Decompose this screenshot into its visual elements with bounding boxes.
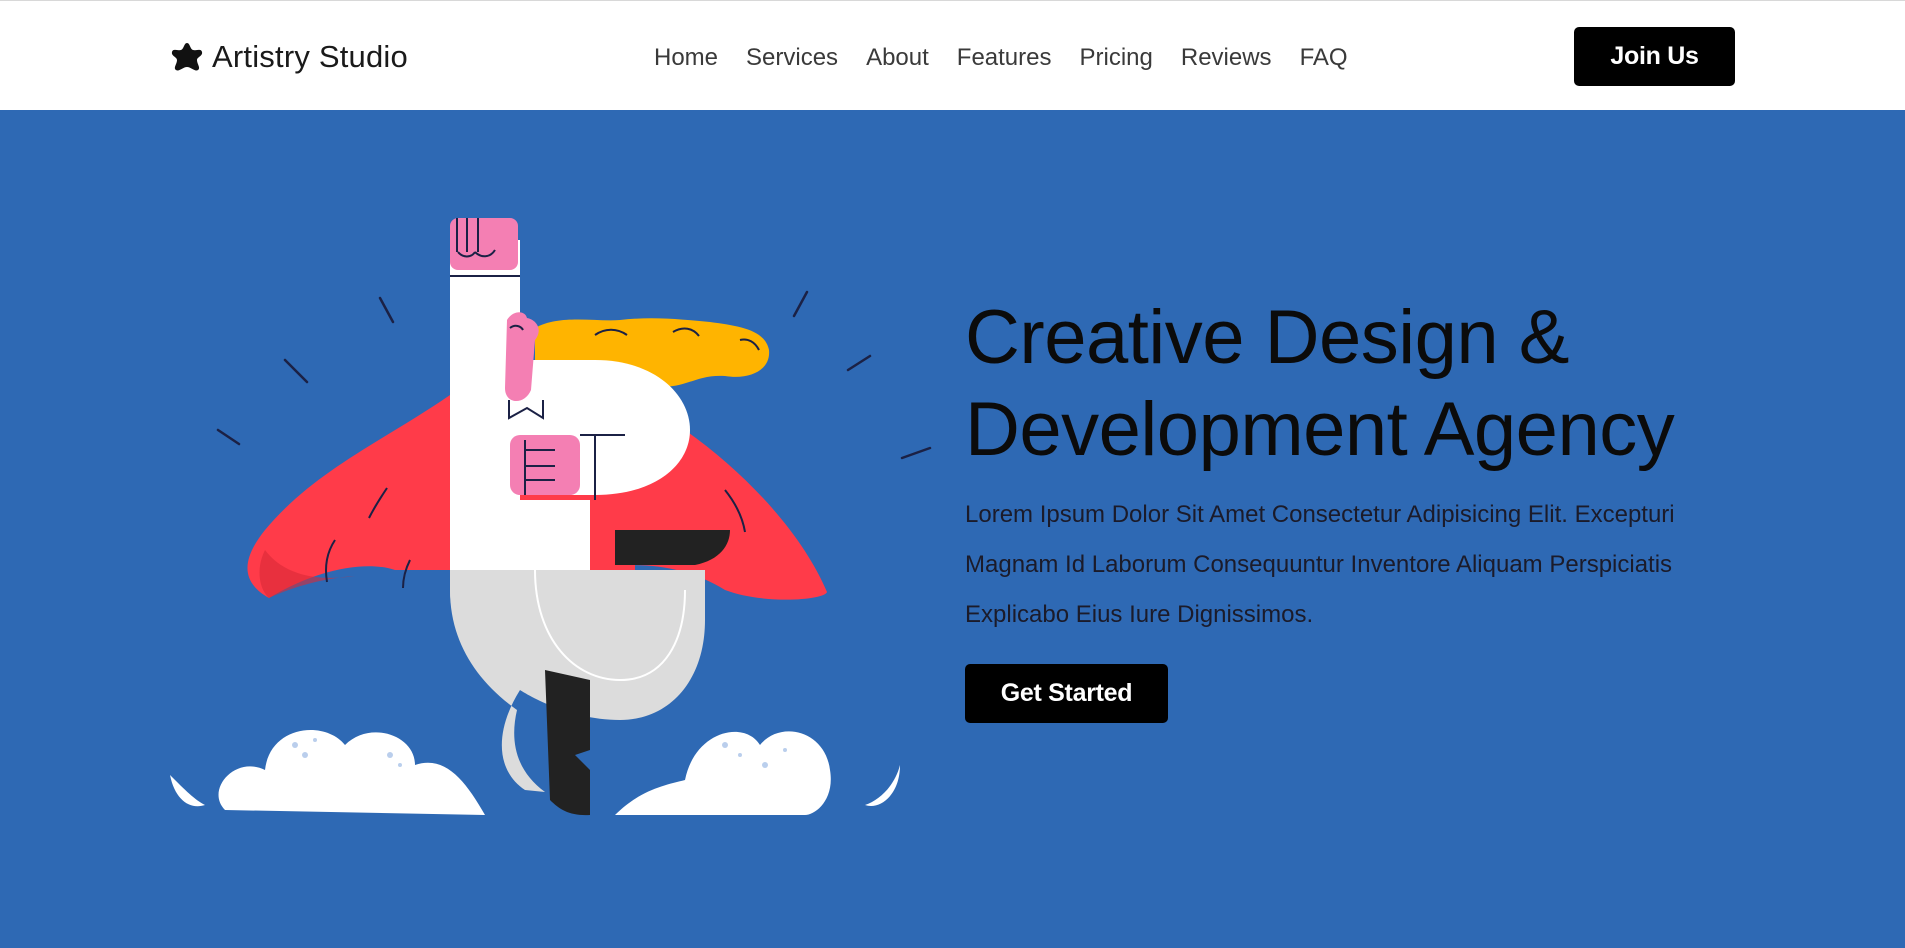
brand[interactable]: Artistry Studio [170, 35, 408, 79]
nav-pricing[interactable]: Pricing [1066, 37, 1167, 79]
nav-faq[interactable]: FAQ [1286, 37, 1362, 79]
splash-clouds [170, 730, 900, 815]
hero-title: Creative Design & Development Agency [965, 292, 1715, 476]
nav-home[interactable]: Home [640, 37, 732, 79]
hero-content: Creative Design & Development Agency Lor… [965, 292, 1715, 723]
fist [450, 218, 520, 277]
hero-title-line-2: Development Agency [965, 387, 1675, 472]
navbar: Artistry Studio Home Services About Feat… [0, 0, 1905, 110]
nav-services[interactable]: Services [732, 37, 852, 79]
superhero-illustration [170, 218, 932, 816]
get-started-button[interactable]: Get Started [965, 664, 1168, 723]
splat-star-icon [171, 43, 203, 71]
main-nav: Home Services About Features Pricing Rev… [640, 37, 1362, 79]
hero-description: Lorem Ipsum Dolor Sit Amet Consectetur A… [965, 501, 1675, 628]
hero-title-line-1: Creative Design & [965, 295, 1570, 380]
brand-name: Artistry Studio [212, 39, 408, 74]
nav-about[interactable]: About [852, 37, 943, 79]
nav-features[interactable]: Features [943, 37, 1066, 79]
nav-reviews[interactable]: Reviews [1167, 37, 1286, 79]
join-us-button[interactable]: Join Us [1574, 27, 1735, 86]
leg [545, 670, 590, 816]
